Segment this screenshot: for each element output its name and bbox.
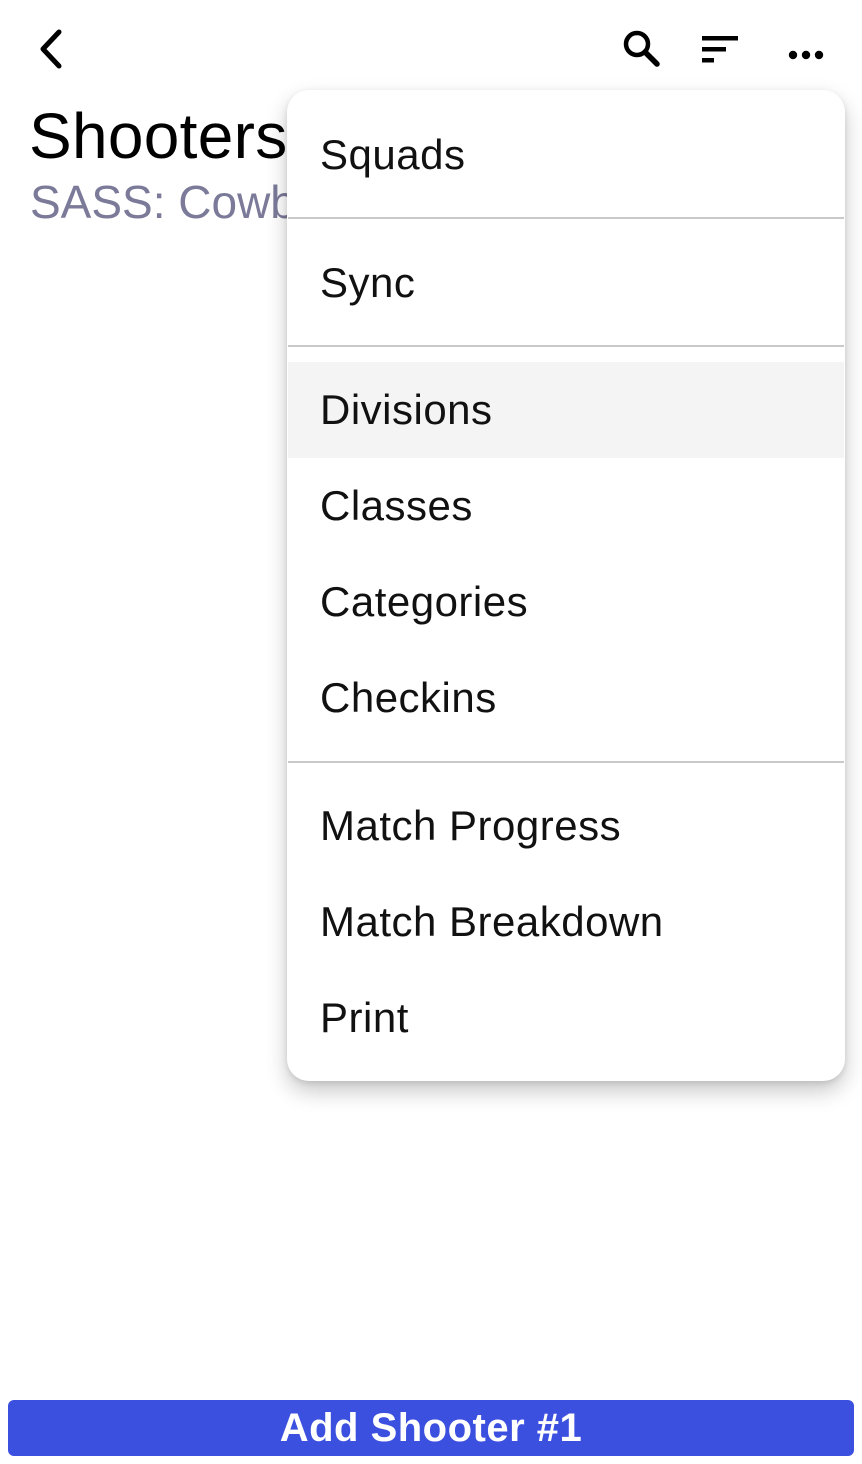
sort-button[interactable] — [692, 21, 748, 77]
menu-item-divisions[interactable]: Divisions — [288, 362, 844, 458]
back-button[interactable] — [24, 21, 80, 77]
options-menu: Squads Sync Divisions Classes Categories… — [287, 90, 845, 1081]
search-icon — [623, 30, 660, 67]
menu-item-print[interactable]: Print — [288, 970, 844, 1066]
menu-item-checkins[interactable]: Checkins — [288, 650, 844, 746]
menu-item-classes[interactable]: Classes — [288, 458, 844, 554]
shooters-screen: Shooters SASS: Cowboy Squads Sync Divisi… — [0, 0, 862, 1464]
menu-divider — [288, 761, 844, 763]
add-shooter-button[interactable]: Add Shooter #1 — [8, 1400, 854, 1456]
menu-item-match-breakdown[interactable]: Match Breakdown — [288, 874, 844, 970]
more-options-button[interactable] — [778, 21, 834, 77]
menu-item-categories[interactable]: Categories — [288, 554, 844, 650]
menu-item-sync[interactable]: Sync — [288, 235, 844, 331]
more-horizontal-icon — [788, 50, 824, 60]
menu-divider — [288, 345, 844, 347]
search-button[interactable] — [614, 21, 670, 77]
chevron-left-icon — [40, 29, 62, 69]
menu-divider — [288, 217, 844, 219]
menu-item-match-progress[interactable]: Match Progress — [288, 778, 844, 874]
menu-item-squads[interactable]: Squads — [288, 107, 844, 203]
page-title: Shooters — [29, 100, 288, 172]
sort-icon — [702, 36, 738, 63]
